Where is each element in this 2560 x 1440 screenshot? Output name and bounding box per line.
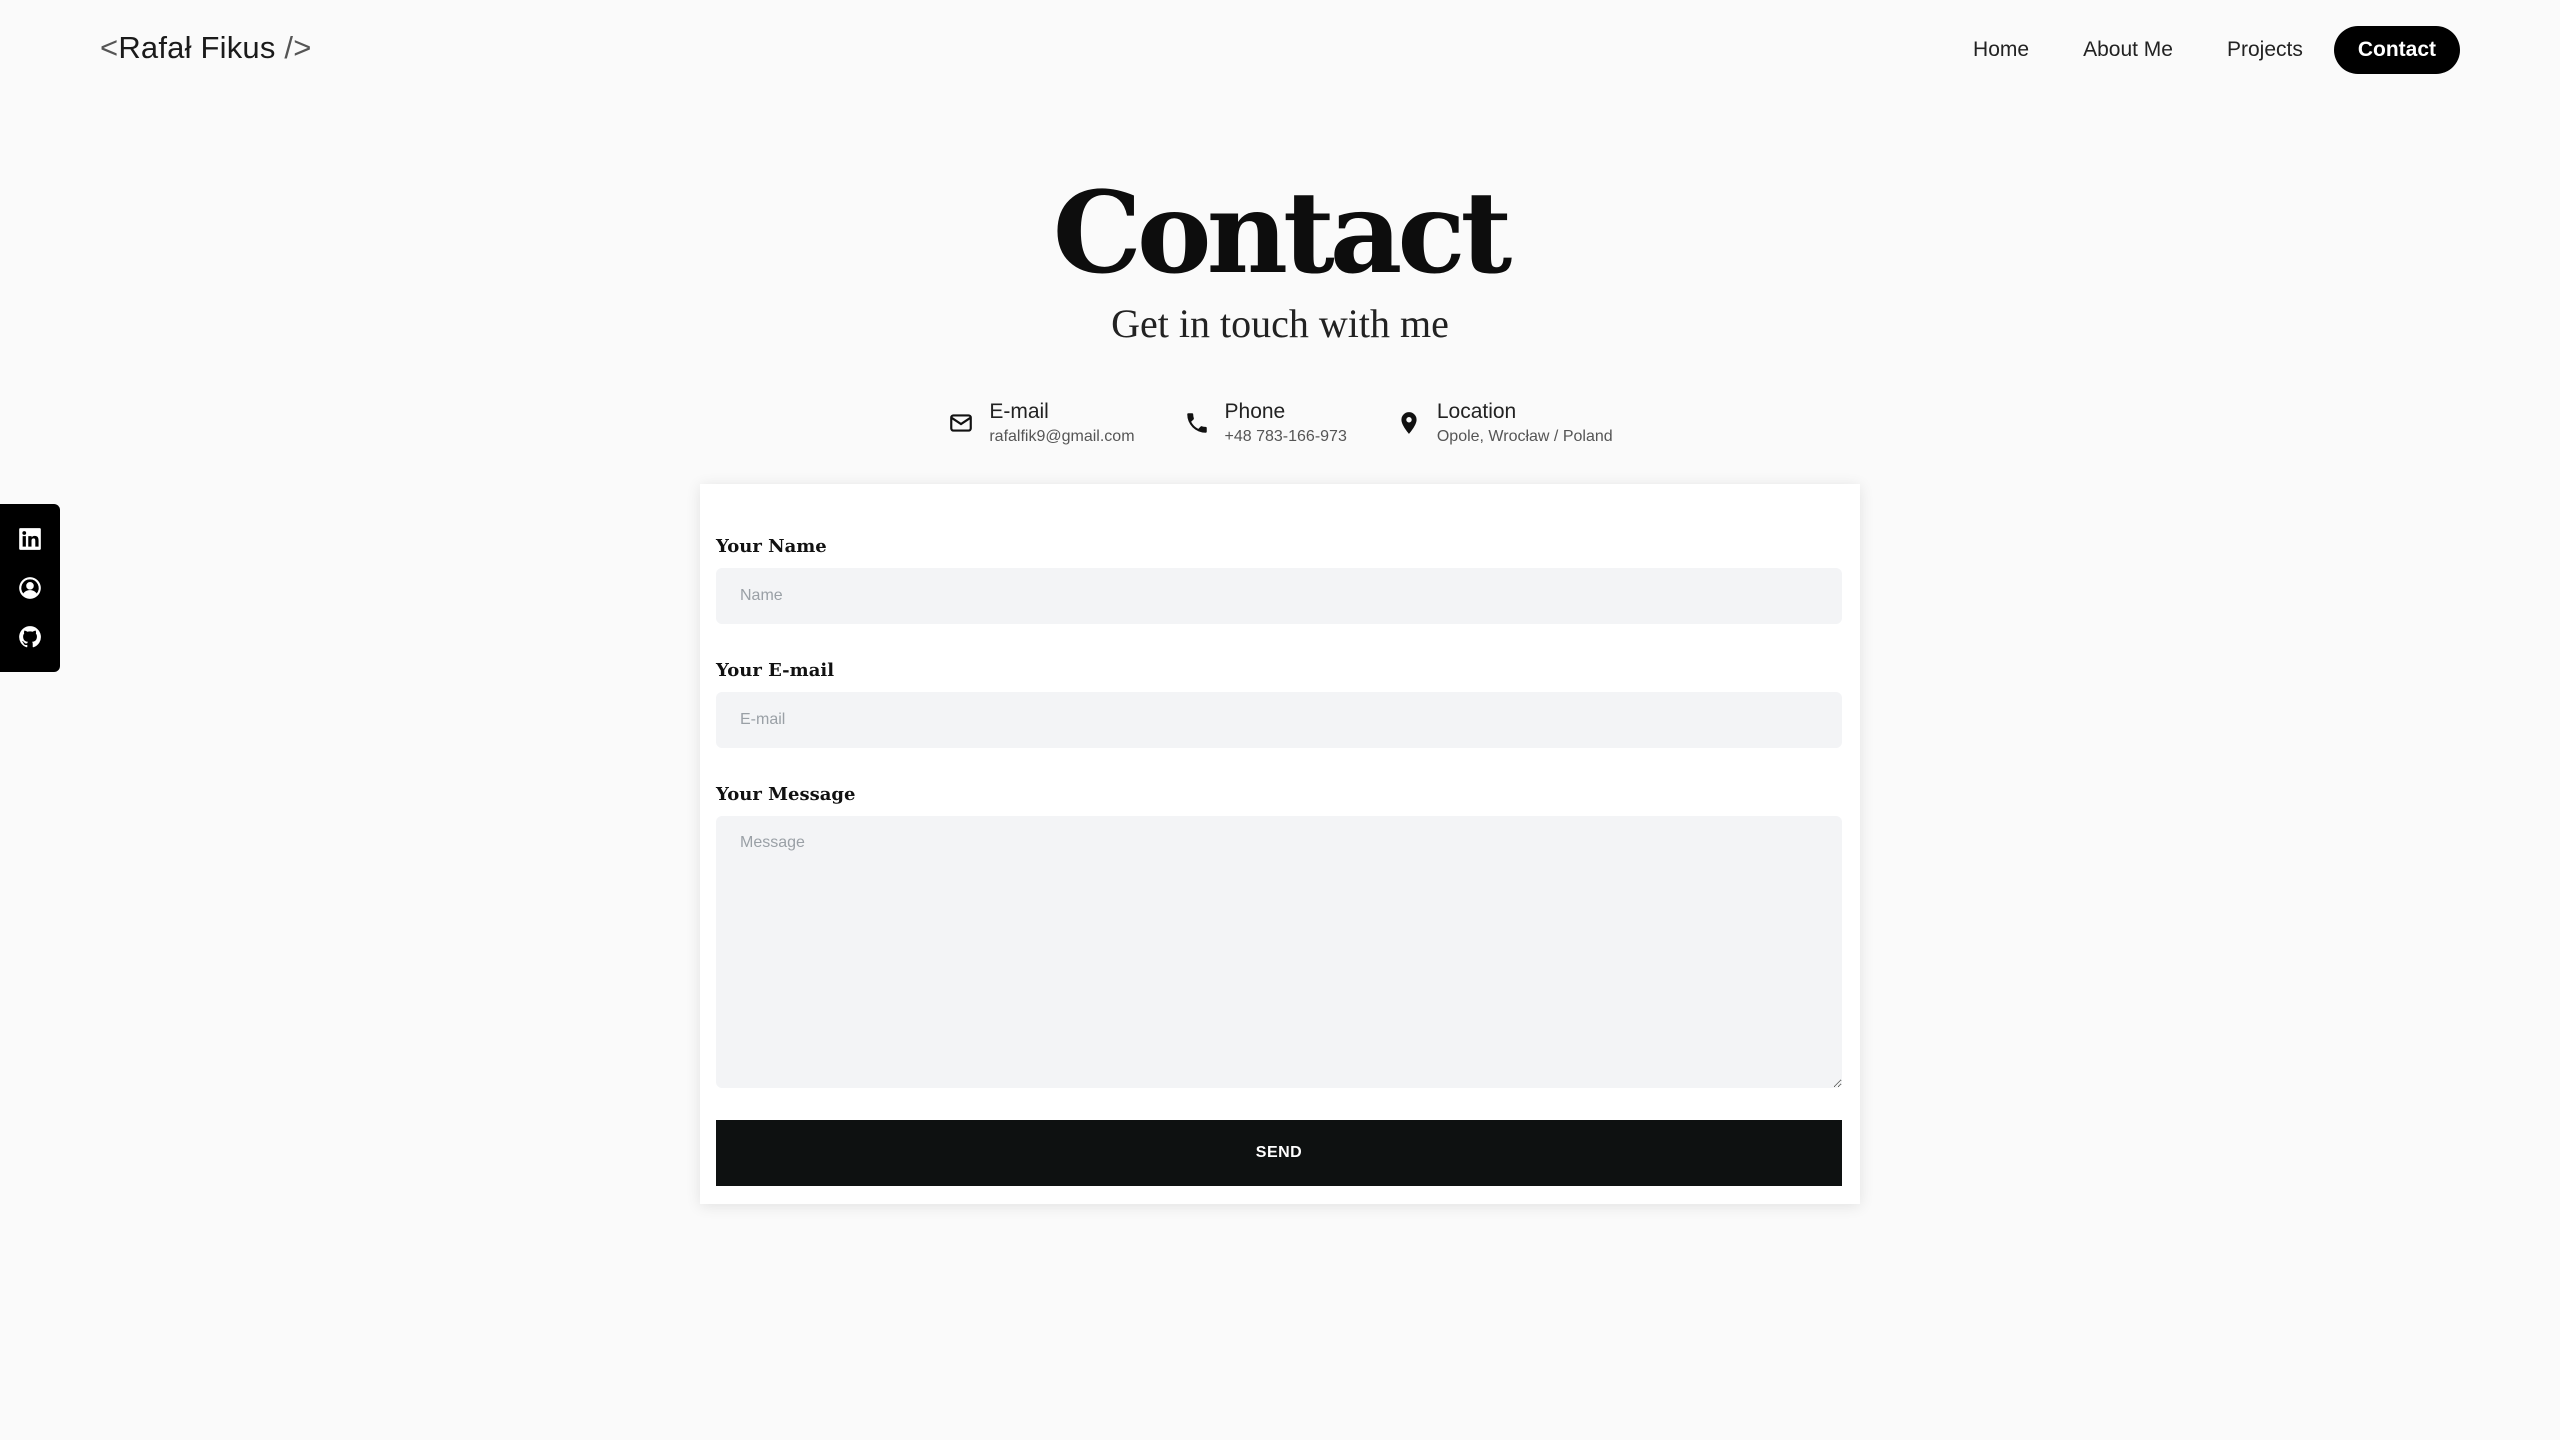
site-header: <Rafał Fikus /> Home About Me Projects C… — [0, 0, 2560, 100]
send-button[interactable]: SEND — [716, 1120, 1842, 1186]
nav-contact[interactable]: Contact — [2333, 26, 2460, 74]
info-location-label: Location — [1436, 400, 1517, 423]
logo-name: Rafał Fikus — [118, 30, 276, 65]
nav-home[interactable]: Home — [1946, 26, 2056, 74]
name-label: Your Name — [716, 536, 827, 557]
linkedin-icon[interactable] — [0, 515, 60, 563]
page-subtitle: Get in touch with me — [1111, 301, 1449, 346]
info-phone: Phone +48 783-166-973 — [1183, 398, 1347, 448]
user-circle-icon[interactable] — [0, 564, 60, 612]
contact-form: Your Name Your E-mail Your Message SEND — [700, 484, 1860, 1204]
name-input[interactable] — [716, 568, 1842, 624]
github-icon[interactable] — [0, 613, 60, 661]
message-textarea[interactable] — [716, 816, 1842, 1088]
info-phone-value: +48 783-166-973 — [1224, 428, 1347, 446]
contact-info-row: E-mail rafalfik9@gmail.com Phone +48 783… — [0, 398, 2560, 448]
logo-open-bracket: < — [100, 30, 119, 65]
nav-projects[interactable]: Projects — [2200, 26, 2330, 74]
email-label: Your E-mail — [716, 660, 835, 681]
email-input[interactable] — [716, 692, 1842, 748]
info-email-label: E-mail — [989, 400, 1049, 423]
social-sidebar — [0, 504, 60, 672]
logo-close-bracket: /> — [275, 30, 312, 65]
site-logo[interactable]: <Rafał Fikus /> — [100, 30, 312, 66]
info-phone-label: Phone — [1224, 400, 1286, 423]
page-title: Contact — [1052, 168, 1513, 299]
envelope-icon — [947, 409, 975, 437]
main-nav: Home About Me Projects Contact — [1946, 26, 2460, 74]
phone-icon — [1183, 409, 1211, 437]
info-location-value: Opole, Wrocław / Poland — [1436, 428, 1613, 446]
location-pin-icon — [1395, 409, 1423, 437]
nav-about-me[interactable]: About Me — [2056, 26, 2200, 74]
info-location: Location Opole, Wrocław / Poland — [1395, 398, 1613, 448]
info-email: E-mail rafalfik9@gmail.com — [947, 398, 1135, 448]
info-email-value: rafalfik9@gmail.com — [989, 428, 1135, 446]
message-label: Your Message — [716, 784, 856, 805]
